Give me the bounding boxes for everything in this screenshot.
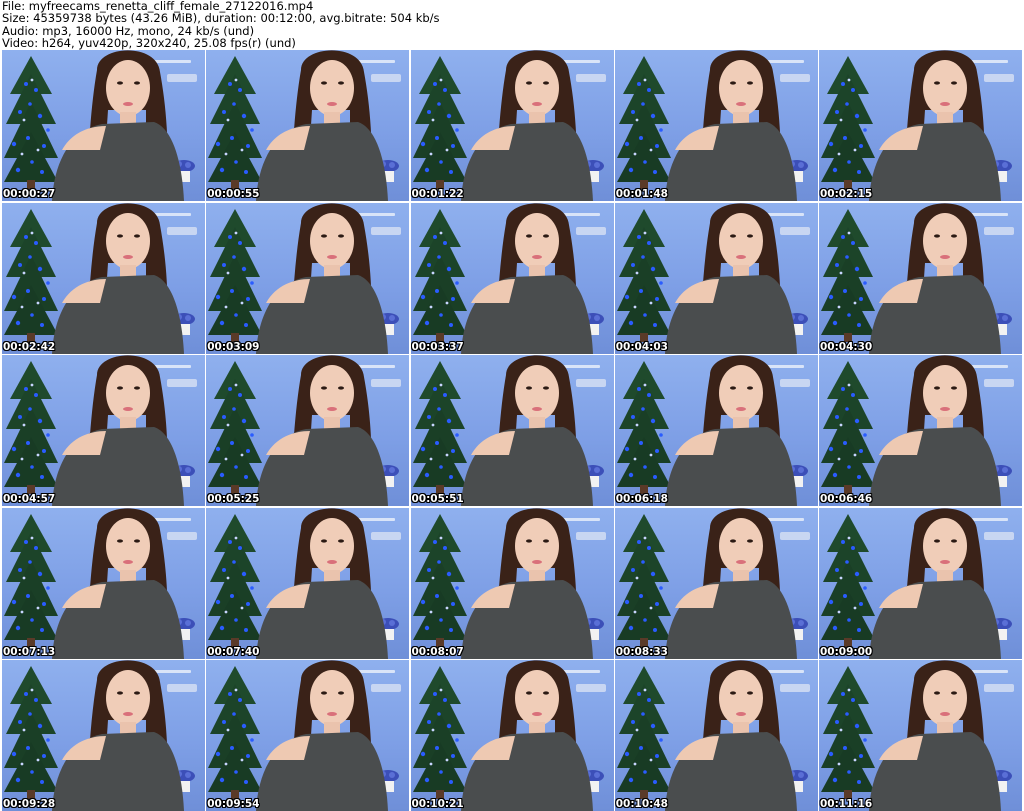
file-info-header: File: myfreecams_renetta_cliff_female_27… xyxy=(2,0,1022,50)
video-thumbnail: 00:04:30 xyxy=(819,202,1022,354)
person-image xyxy=(869,202,1001,354)
thumbnail-timestamp: 00:01:48 xyxy=(615,188,668,200)
file-size-line: Size: 45359738 bytes (43.26 MiB), durati… xyxy=(2,11,440,26)
video-thumbnail: 00:09:28 xyxy=(2,660,205,811)
video-thumbnail: 00:09:00 xyxy=(819,507,1022,659)
thumbnail-timestamp: 00:04:03 xyxy=(615,340,668,353)
thumbnail-timestamp: 00:02:42 xyxy=(3,340,56,353)
person-image xyxy=(664,202,797,354)
video-thumbnail: 00:04:03 xyxy=(614,202,818,354)
thumbnail-timestamp: 00:03:37 xyxy=(411,340,464,353)
video-thumbnail: 00:08:07 xyxy=(410,507,614,659)
video-thumbnail: 00:07:40 xyxy=(206,507,410,659)
video-thumbnail: 00:09:54 xyxy=(206,660,410,811)
video-thumbnail: 00:01:48 xyxy=(614,50,818,201)
person-image xyxy=(256,507,389,659)
thumbnail-timestamp: 00:11:16 xyxy=(820,798,873,810)
video-thumbnail: 00:03:37 xyxy=(410,202,614,354)
person-image xyxy=(52,660,184,811)
person-image xyxy=(460,507,593,659)
thumbnail-timestamp: 00:08:33 xyxy=(615,645,668,658)
thumbnail-timestamp: 00:06:18 xyxy=(615,493,668,505)
video-thumbnail: 00:04:57 xyxy=(2,355,205,506)
person-image xyxy=(664,50,797,201)
person-image xyxy=(52,507,184,659)
person-image xyxy=(664,507,797,659)
thumbnail-timestamp: 00:05:51 xyxy=(411,493,464,505)
thumbnail-timestamp: 00:01:22 xyxy=(411,188,464,200)
video-thumbnail: 00:05:51 xyxy=(410,355,614,506)
person-image xyxy=(869,507,1001,659)
video-thumbnail: 00:02:15 xyxy=(819,50,1022,201)
thumbnail-timestamp: 00:00:27 xyxy=(3,188,56,200)
video-thumbnail: 00:01:22 xyxy=(410,50,614,201)
thumbnail-timestamp: 00:06:46 xyxy=(820,493,873,505)
thumbnail-timestamp: 00:07:13 xyxy=(3,645,56,658)
person-image xyxy=(52,355,184,506)
thumbnail-timestamp: 00:09:54 xyxy=(207,798,260,810)
person-image xyxy=(664,355,797,506)
video-thumbnail: 00:02:42 xyxy=(2,202,205,354)
video-thumbnail: 00:08:33 xyxy=(614,507,818,659)
person-image xyxy=(664,660,797,811)
video-info-line: Video: h264, yuv420p, 320x240, 25.08 fps… xyxy=(2,35,296,50)
video-thumbnail: 00:11:16 xyxy=(819,660,1022,811)
video-thumbnail: 00:06:18 xyxy=(614,355,818,506)
thumbnail-timestamp: 00:08:07 xyxy=(411,645,464,658)
person-image xyxy=(256,50,389,201)
video-thumbnail: 00:00:27 xyxy=(2,50,205,201)
video-thumbnail: 00:07:13 xyxy=(2,507,205,659)
thumbnail-timestamp: 00:02:15 xyxy=(820,188,873,200)
person-image xyxy=(256,202,389,354)
thumbnail-timestamp: 00:04:57 xyxy=(3,493,56,505)
person-image xyxy=(460,660,593,811)
thumbnail-timestamp: 00:09:00 xyxy=(820,645,873,658)
person-image xyxy=(869,50,1001,201)
video-thumbnail: 00:10:21 xyxy=(410,660,614,811)
person-image xyxy=(460,50,593,201)
thumbnail-timestamp: 00:00:55 xyxy=(207,188,260,200)
video-thumbnail: 00:10:48 xyxy=(614,660,818,811)
video-thumbnail: 00:06:46 xyxy=(819,355,1022,506)
person-image xyxy=(256,355,389,506)
thumbnail-grid: 00:00:27 00:00:55 00:01:22 00:01:48 00:0… xyxy=(2,50,1022,811)
thumbnail-timestamp: 00:04:30 xyxy=(820,340,873,353)
thumbnail-timestamp: 00:10:48 xyxy=(615,798,668,810)
thumbnail-timestamp: 00:10:21 xyxy=(411,798,464,810)
video-thumbnail: 00:03:09 xyxy=(206,202,410,354)
person-image xyxy=(869,355,1001,506)
video-thumbnail: 00:05:25 xyxy=(206,355,410,506)
video-thumbnail: 00:00:55 xyxy=(206,50,410,201)
thumbnail-timestamp: 00:07:40 xyxy=(207,645,260,658)
thumbnail-timestamp: 00:03:09 xyxy=(207,340,260,353)
person-image xyxy=(869,660,1001,811)
person-image xyxy=(256,660,389,811)
person-image xyxy=(460,202,593,354)
person-image xyxy=(460,355,593,506)
thumbnail-timestamp: 00:05:25 xyxy=(207,493,260,505)
thumbnail-timestamp: 00:09:28 xyxy=(3,798,56,810)
person-image xyxy=(52,202,184,354)
person-image xyxy=(52,50,184,201)
